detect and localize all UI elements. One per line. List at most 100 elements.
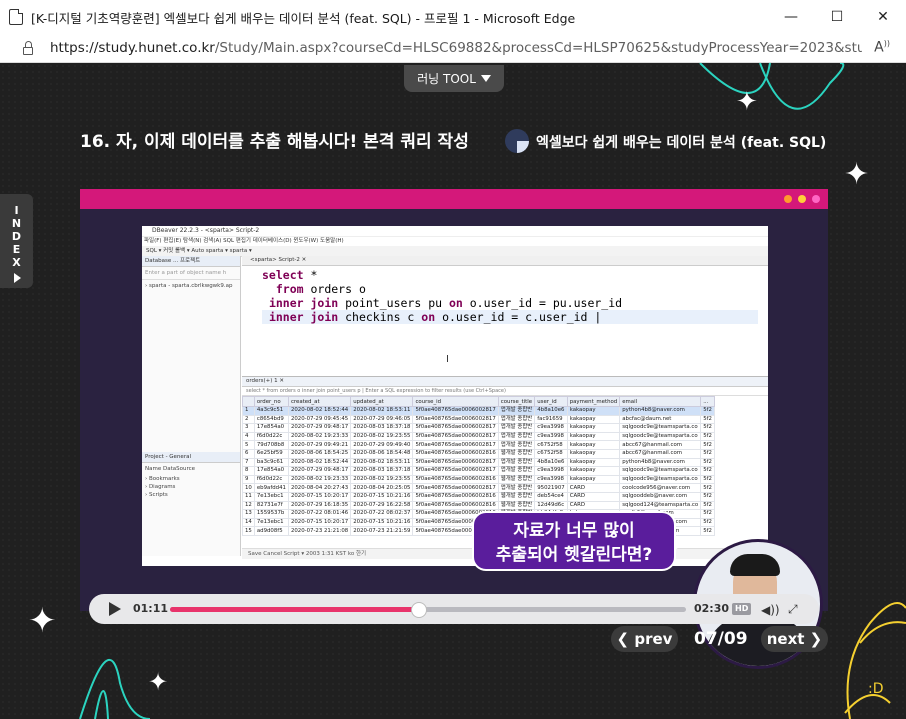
grid-cell: 6e25bf59 (253, 448, 289, 459)
grid-cell: 13 (242, 509, 255, 519)
grid-cell: 5f0ae408765dae0006002817 (412, 423, 499, 433)
address-bar[interactable]: https://study.hunet.co.kr/Study/Main.asp… (0, 34, 906, 63)
grid-cell: 5f0ae408765dae0006002816 (412, 500, 499, 511)
table-row[interactable]: 5 79d708b8 2020-07-29 09:49:21 2020-07-29 0… (242, 440, 715, 450)
grid-column-header[interactable]: payment_method (566, 396, 621, 407)
lock-icon[interactable] (23, 41, 33, 55)
grid-cell: 2020-07-15 10:20:17 (287, 517, 352, 528)
grid-cell: 14 (242, 517, 255, 528)
grid-cell: kakaopay (566, 423, 621, 433)
grid-cell: 5f2 (700, 526, 715, 536)
grid-cell: 5f2 (700, 517, 715, 528)
grid-column-header[interactable]: ... (700, 396, 715, 407)
video-header-bar (80, 189, 828, 209)
sparkle-icon: ✦ (844, 157, 870, 192)
table-row[interactable]: 3 17e854a0 2020-07-29 09:48:17 2020-08-03 1… (242, 423, 715, 433)
dbeaver-screen-capture: DBeaver 22.2.3 - <sparta> Script-2 파일(F)… (142, 226, 774, 566)
fullscreen-icon[interactable]: ⤢ (788, 602, 798, 617)
minimize-button[interactable]: — (768, 0, 814, 34)
hd-quality-button[interactable]: HD (732, 603, 752, 615)
svg-text::D: :D (868, 681, 884, 697)
grid-cell: 6 (242, 448, 255, 459)
grid-cell: 5f0ae408765dae0006002817 (412, 483, 499, 493)
table-row[interactable]: 12 82731e7f 2020-07-29 16:18:35 2020-07-29 … (242, 500, 715, 511)
window-title: [K-디지털 기초역량훈련] 엑셀보다 쉽게 배우는 데이터 분석 (feat.… (31, 10, 576, 26)
table-row[interactable]: 10 eb9afdd41 2020-08-04 20:27:43 2020-08-04… (242, 483, 715, 493)
grid-column-header[interactable]: order_no (253, 396, 289, 407)
course-logo-icon (505, 129, 529, 153)
learning-tool-label: 러닝 TOOL (417, 72, 476, 86)
grid-cell: 12d49d6c (534, 500, 568, 511)
grid-cell: 5f2 (700, 431, 715, 442)
grid-column-header[interactable]: course_title (497, 396, 536, 407)
table-row[interactable]: 11 7e13ebc1 2020-07-15 10:20:17 2020-07-15 … (242, 491, 715, 502)
prev-label: prev (634, 630, 673, 648)
grid-cell: 17e854a0 (253, 466, 289, 476)
grid-cell: 8 (242, 466, 255, 476)
grid-cell: 2020-07-29 16:22:58 (350, 500, 414, 511)
table-row[interactable]: 2 c8654bd9 2020-07-29 09:45:45 2020-07-29 0… (242, 414, 715, 425)
dbeaver-title: DBeaver 22.2.3 - <sparta> Script-2 (142, 226, 768, 237)
grid-column-header[interactable]: updated_at (350, 396, 414, 407)
sparkle-icon: ✦ (28, 601, 57, 641)
grid-cell: 5f2 (700, 509, 715, 519)
grid-cell: coolcode956@naver.com (619, 483, 702, 493)
lesson-title: 16. 자, 이제 데이터를 추출 해봅시다! 본격 쿼리 작성 (80, 132, 469, 152)
table-row[interactable]: 7 ba3c9c61 2020-08-02 18:52:44 2020-08-02 1… (242, 457, 715, 468)
dot-icon (812, 195, 820, 203)
index-side-tab[interactable]: I N D E X (0, 194, 33, 288)
volume-icon[interactable]: ◀)) (761, 603, 780, 617)
grid-column-header[interactable]: course_id (412, 396, 499, 407)
code-keyword: inner join (268, 310, 339, 324)
project-item: › Bookmarks (145, 476, 180, 482)
grid-column-header[interactable]: email (619, 396, 702, 407)
table-row[interactable]: 9 f6d0d22c 2020-08-02 19:23:33 2020-08-02 1… (242, 474, 715, 485)
close-button[interactable]: ✕ (860, 0, 906, 34)
learning-tool-button[interactable]: 러닝 TOOL (404, 65, 504, 92)
table-row[interactable]: 1 4a3c9c51 2020-08-02 18:52:44 2020-08-02 1… (242, 406, 715, 416)
grid-cell: abcc67@hanmail.com (619, 440, 702, 450)
table-row[interactable]: 6 6e25bf59 2020-08-06 18:54:25 2020-08-06 1… (242, 448, 715, 459)
grid-cell: 4a3c9c51 (253, 406, 289, 416)
current-time: 01:11 (133, 602, 169, 615)
code-keyword: select (262, 268, 304, 282)
grid-cell: sqlgoodc9e@teamsparta.co (619, 423, 702, 433)
grid-column-header[interactable] (242, 396, 255, 407)
editor-tab: <sparta> Script-2 ✕ (242, 256, 768, 266)
maximize-button[interactable]: ☐ (814, 0, 860, 34)
grid-cell: 2020-08-02 19:23:33 (287, 474, 352, 485)
sparkle-icon: ✦ (148, 668, 169, 696)
grid-cell: 5f0ae408765dae0006002816 (412, 491, 499, 502)
table-row[interactable]: 4 f6d0d22c 2020-08-02 19:23:33 2020-08-02 1… (242, 431, 715, 442)
grid-cell: sqlgood124@teamsparta.co (619, 500, 702, 511)
grid-cell: 5f2 (700, 500, 715, 511)
grid-cell: 2020-08-04 20:25:05 (350, 483, 414, 493)
lecture-video[interactable]: DBeaver 22.2.3 - <sparta> Script-2 파일(F)… (80, 189, 828, 669)
progress-handle[interactable] (410, 602, 427, 618)
grid-column-header[interactable]: created_at (287, 396, 352, 407)
grid-cell: 2020-08-02 19:23:55 (350, 474, 414, 485)
grid-cell: 5f2 (700, 448, 715, 459)
grid-cell: 3 (242, 423, 255, 433)
grid-cell: kakaopay (566, 406, 621, 416)
index-letter: N (11, 217, 22, 230)
play-icon[interactable] (109, 602, 121, 616)
grid-cell: 앱개발 종합반 (497, 457, 536, 468)
grid-cell: 2020-07-22 08:02:37 (350, 509, 414, 519)
grid-column-header[interactable]: user_id (534, 396, 568, 407)
grid-cell: kakaopay (566, 448, 621, 459)
project-header: Project - General (142, 452, 240, 463)
table-row[interactable]: 8 17e854a0 2020-07-29 09:48:17 2020-08-03 1… (242, 466, 715, 476)
code-text: orders o (303, 282, 366, 296)
next-button[interactable]: next ❯ (761, 626, 828, 652)
url-path: /Study/Main.aspx?courseCd=HLSC69882&proc… (214, 40, 862, 56)
read-aloud-icon[interactable]: A)) (874, 39, 890, 56)
grid-cell: 2020-07-29 16:18:35 (287, 500, 352, 511)
db-nav-filter: Enter a part of object name h (142, 267, 240, 280)
code-text: * (303, 268, 318, 282)
grid-cell: 웹개발 종합반 (497, 491, 536, 502)
progress-track[interactable] (170, 602, 686, 618)
url-text[interactable]: https://study.hunet.co.kr/Study/Main.asp… (50, 40, 862, 56)
grid-cell: 2020-08-03 18:37:18 (350, 466, 414, 476)
prev-button[interactable]: ❮ prev (611, 626, 678, 652)
